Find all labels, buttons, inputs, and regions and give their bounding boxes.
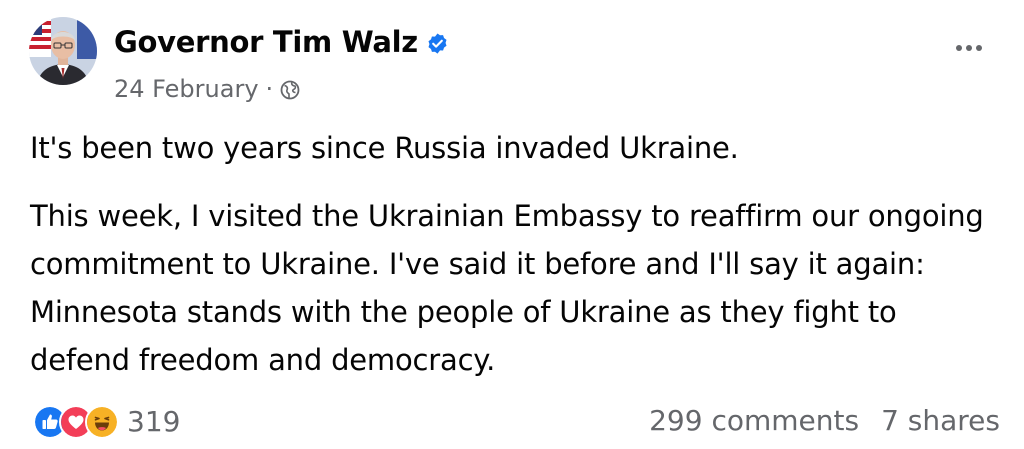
verified-badge-icon [428,32,447,54]
post-paragraph: This week, I visited the Ukrainian Embas… [30,199,984,377]
avatar-image [29,17,97,85]
reaction-count: 319 [127,405,181,438]
facebook-post: Governor Tim Walz 24 February · It's bee… [0,0,1024,449]
reactions-summary[interactable]: 319 [33,404,180,440]
author-name-row: Governor Tim Walz [114,20,449,64]
comments-count-link[interactable]: 299 comments [649,403,859,439]
engagement-counts: 299 comments 7 shares [649,403,1000,439]
more-horizontal-icon [956,45,982,51]
post-footer: 319 299 comments 7 shares [0,396,1024,446]
post-paragraph: It's been two years since Russia invaded… [30,131,739,165]
avatar[interactable] [29,17,97,85]
haha-icon [85,405,119,439]
author-name[interactable]: Governor Tim Walz [114,20,418,64]
shares-count-link[interactable]: 7 shares [881,403,1000,439]
post-meta: 24 February · [114,72,300,106]
post-date[interactable]: 24 February [114,72,259,106]
globe-icon[interactable] [280,80,300,100]
meta-separator: · [265,75,274,103]
more-options-button[interactable] [949,34,989,62]
